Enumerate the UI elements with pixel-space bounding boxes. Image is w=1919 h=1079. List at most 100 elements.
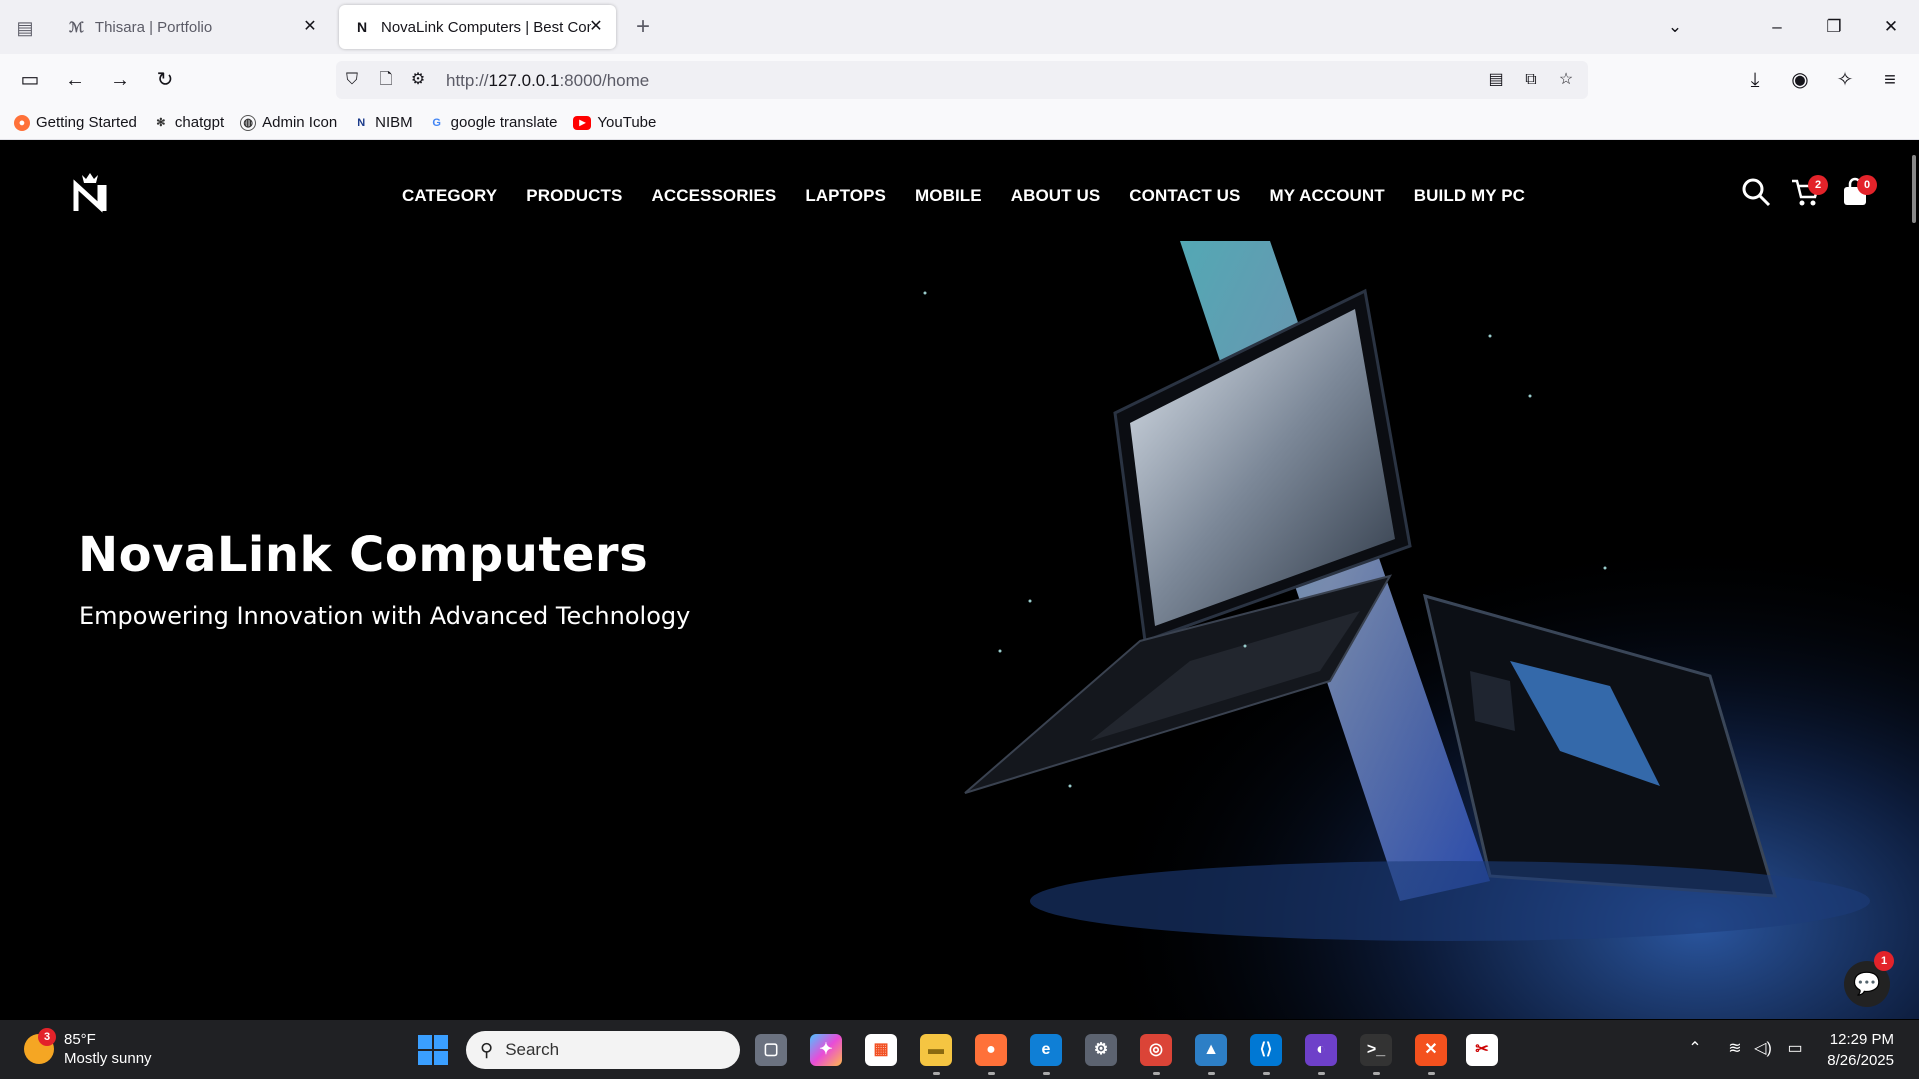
weather-temperature: 85°F bbox=[64, 1031, 96, 1048]
github-desktop-icon[interactable]: ◐ bbox=[1305, 1034, 1337, 1075]
weather-widget[interactable]: 3 85°F Mostly sunny bbox=[24, 1028, 152, 1068]
sidebar-toggle-icon[interactable]: ▭ bbox=[16, 66, 44, 94]
bookmark-label: NIBM bbox=[375, 114, 413, 131]
xampp-icon[interactable]: ✕ bbox=[1415, 1034, 1447, 1075]
google-icon: G bbox=[432, 116, 441, 129]
cart-button[interactable]: 2 bbox=[1790, 175, 1830, 211]
microsoft-store-icon[interactable]: ▦ bbox=[865, 1034, 897, 1066]
browser-tab-bar: ▤ ℳ Thisara | Portfolio ✕ N NovaLink Com… bbox=[0, 0, 1919, 54]
extensions-icon[interactable]: ✧ bbox=[1831, 66, 1859, 94]
show-hidden-icons-chevron-icon[interactable]: ⌃ bbox=[1684, 1038, 1706, 1060]
weather-badge: 3 bbox=[38, 1028, 56, 1046]
tab-title: NovaLink Computers | Best Computer Store bbox=[381, 18, 591, 36]
running-indicator bbox=[1373, 1072, 1380, 1075]
menu-icon[interactable]: ≡ bbox=[1876, 66, 1904, 94]
account-icon[interactable]: ◉ bbox=[1786, 66, 1814, 94]
site-navbar: CATEGORY PRODUCTS ACCESSORIES LAPTOPS MO… bbox=[0, 141, 1919, 239]
running-indicator bbox=[988, 1072, 995, 1075]
downloads-icon[interactable]: ⤓ bbox=[1741, 66, 1769, 94]
reload-button[interactable]: ↻ bbox=[151, 66, 179, 94]
picture-in-picture-icon[interactable]: ⧉ bbox=[1519, 68, 1543, 92]
terminal-icon[interactable]: >_ bbox=[1360, 1034, 1392, 1075]
tab-title: Thisara | Portfolio bbox=[94, 18, 213, 36]
snipping-tool-icon[interactable]: ✂ bbox=[1466, 1034, 1498, 1066]
bookmark-star-icon[interactable]: ☆ bbox=[1554, 68, 1578, 92]
tab-list-icon[interactable]: ▤ bbox=[12, 15, 38, 41]
close-tab-icon[interactable]: ✕ bbox=[586, 17, 606, 37]
nav-products[interactable]: PRODUCTS bbox=[526, 186, 622, 206]
nav-about-us[interactable]: ABOUT US bbox=[1011, 186, 1101, 206]
url-scheme: http:// bbox=[446, 71, 489, 90]
minimize-button[interactable]: – bbox=[1762, 14, 1792, 40]
url-text[interactable]: http://127.0.0.1:8000/home bbox=[446, 71, 649, 91]
windows-taskbar: 3 85°F Mostly sunny ⚲ Search ▢ ✦ ▦ ▬ ● e… bbox=[0, 1020, 1919, 1079]
novalink-logo[interactable] bbox=[70, 169, 110, 213]
list-all-tabs-icon[interactable]: ⌄ bbox=[1660, 14, 1690, 40]
nav-category[interactable]: CATEGORY bbox=[402, 186, 497, 206]
settings-icon[interactable]: ⚙ bbox=[1085, 1034, 1117, 1066]
portfolio-favicon-icon: ℳ bbox=[68, 19, 84, 35]
back-button[interactable]: ← bbox=[61, 66, 89, 94]
chat-bubble-icon: 💬 bbox=[1853, 971, 1881, 996]
close-window-button[interactable]: ✕ bbox=[1876, 14, 1906, 40]
windows-logo-tile bbox=[418, 1035, 432, 1049]
tab-portfolio[interactable]: ℳ Thisara | Portfolio ✕ bbox=[54, 5, 330, 49]
reader-view-icon[interactable]: ▤ bbox=[1484, 68, 1508, 92]
bag-button[interactable]: 0 bbox=[1840, 175, 1880, 211]
browser-toolbar: ▭ ← → ↻ ⛉ 🗋 ⚙ http://127.0.0.1:8000/home… bbox=[0, 54, 1919, 106]
nav-mobile[interactable]: MOBILE bbox=[915, 186, 982, 206]
bookmark-admin-icon[interactable]: ◍ Admin Icon bbox=[240, 114, 337, 131]
nav-accessories[interactable]: ACCESSORIES bbox=[651, 186, 776, 206]
forward-button[interactable]: → bbox=[106, 66, 134, 94]
nav-build-my-pc[interactable]: BUILD MY PC bbox=[1414, 186, 1525, 206]
bookmark-youtube[interactable]: ▶ YouTube bbox=[573, 114, 656, 131]
battery-icon[interactable]: ▭ bbox=[1784, 1038, 1806, 1060]
nav-laptops[interactable]: LAPTOPS bbox=[805, 186, 886, 206]
firefox-icon: ● bbox=[14, 114, 30, 131]
bookmark-google-translate[interactable]: G google translate bbox=[429, 114, 557, 131]
start-button[interactable] bbox=[418, 1035, 448, 1065]
permissions-icon[interactable]: ⚙ bbox=[406, 68, 430, 92]
bookmark-nibm[interactable]: N NIBM bbox=[353, 114, 413, 131]
nav-my-account[interactable]: MY ACCOUNT bbox=[1269, 186, 1384, 206]
running-indicator bbox=[1208, 1072, 1215, 1075]
taskbar-search[interactable]: ⚲ Search bbox=[466, 1031, 740, 1069]
chat-widget-button[interactable]: 💬 1 bbox=[1844, 951, 1894, 1007]
system-clock[interactable]: 12:29 PM 8/26/2025 bbox=[1812, 1029, 1894, 1071]
bookmark-chatgpt[interactable]: ✻ chatgpt bbox=[153, 114, 224, 131]
chat-notification-badge: 1 bbox=[1874, 951, 1894, 971]
bookmark-getting-started[interactable]: ● Getting Started bbox=[14, 114, 137, 131]
nav-contact-us[interactable]: CONTACT US bbox=[1129, 186, 1240, 206]
cart-count-badge: 2 bbox=[1808, 175, 1828, 195]
wifi-icon[interactable]: ≋ bbox=[1724, 1038, 1746, 1060]
page-icon[interactable]: 🗋 bbox=[374, 68, 398, 92]
copilot-icon[interactable]: ✦ bbox=[810, 1034, 842, 1066]
shield-icon[interactable]: ⛉ bbox=[340, 68, 364, 92]
search-icon[interactable] bbox=[1741, 177, 1771, 207]
file-explorer-icon[interactable]: ▬ bbox=[920, 1034, 952, 1075]
bookmarks-toolbar: ● Getting Started ✻ chatgpt ◍ Admin Icon… bbox=[0, 106, 1919, 140]
close-tab-icon[interactable]: ✕ bbox=[300, 17, 320, 37]
vscode-icon[interactable]: ⟨⟩ bbox=[1250, 1034, 1282, 1075]
tab-novalink[interactable]: N NovaLink Computers | Best Computer Sto… bbox=[339, 5, 616, 49]
windows-logo-tile bbox=[418, 1051, 432, 1065]
main-nav: CATEGORY PRODUCTS ACCESSORIES LAPTOPS MO… bbox=[402, 186, 1554, 206]
search-icon: ⚲ bbox=[480, 1039, 494, 1060]
page-scrollbar[interactable] bbox=[1912, 155, 1916, 223]
chrome-icon[interactable]: ◎ bbox=[1140, 1034, 1172, 1075]
task-view-icon[interactable]: ▢ bbox=[755, 1034, 787, 1066]
bag-count-badge: 0 bbox=[1857, 175, 1877, 195]
address-bar[interactable]: ⛉ 🗋 ⚙ http://127.0.0.1:8000/home ▤ ⧉ ☆ bbox=[336, 61, 1588, 99]
firefox-icon[interactable]: ● bbox=[975, 1034, 1007, 1075]
windows-logo-tile bbox=[434, 1051, 448, 1065]
restore-button[interactable]: ❐ bbox=[1819, 14, 1849, 40]
globe-icon: ◍ bbox=[240, 114, 257, 131]
new-tab-button[interactable]: + bbox=[630, 14, 656, 40]
clock-time: 12:29 PM bbox=[1829, 1031, 1894, 1048]
running-indicator bbox=[1318, 1072, 1325, 1075]
photos-icon[interactable]: ▲ bbox=[1195, 1034, 1227, 1075]
edge-icon[interactable]: e bbox=[1030, 1034, 1062, 1075]
sun-icon: 3 bbox=[24, 1028, 56, 1064]
volume-icon[interactable]: ◁) bbox=[1752, 1038, 1774, 1060]
bookmark-label: Admin Icon bbox=[262, 114, 338, 131]
